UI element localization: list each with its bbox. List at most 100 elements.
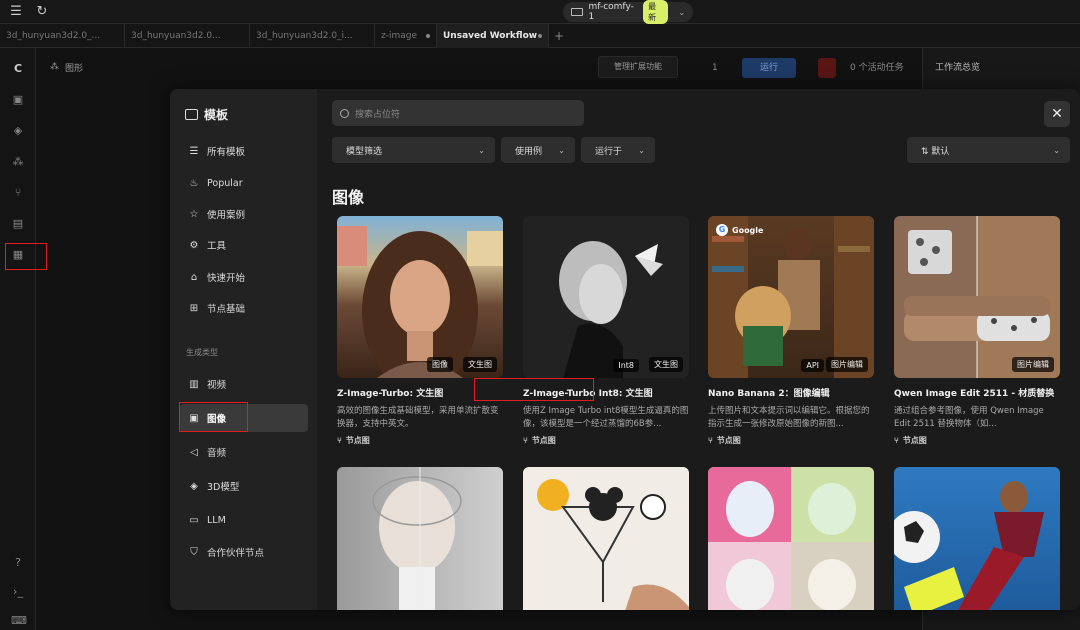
graduation-icon: ⌂ xyxy=(190,271,198,283)
sidebar-item-tools[interactable]: ⚙ 工具 xyxy=(180,231,308,259)
template-card[interactable]: G Google API 图片编辑 Nano Banana 2：图像编辑 上传图… xyxy=(708,216,874,446)
google-icon: G xyxy=(716,224,728,236)
chevron-down-icon: ⌄ xyxy=(1053,145,1060,155)
node-graph-icon: ⑂ xyxy=(523,436,528,445)
card-thumbnail: 图片编辑 xyxy=(894,216,1060,378)
node-label-text: 节点图 xyxy=(345,436,370,445)
top-bar: ☰ ↻ mf-comfy-1 最新 ⌄ xyxy=(0,0,1080,24)
search-placeholder: 搜索占位符 xyxy=(355,109,401,120)
graph-selector[interactable]: ⁂ 图形 xyxy=(44,56,114,78)
left-icon-rail: C ▣ ◈ ⁂ ⑂ ▤ ▦ ? ›_ ⌨ xyxy=(0,48,47,630)
card-description: 上传图片和文本提示词以编辑它。根据您的指示生成一张修改原始图像的新图... xyxy=(708,406,870,429)
portrait-illustration xyxy=(337,226,503,378)
tab-label: Unsaved Workflow xyxy=(443,31,538,41)
node-label-text: 节点图 xyxy=(902,436,927,445)
card-thumbnail: Int8 文生图 xyxy=(523,216,689,378)
run-button[interactable]: 运行 xyxy=(742,58,796,78)
sidebar-item-popular[interactable]: ♨ Popular xyxy=(180,169,308,197)
server-name: mf-comfy-1 xyxy=(588,2,634,22)
image-category-highlight xyxy=(179,402,248,432)
sidebar-item-partner-nodes[interactable]: ⛉ 合作伙伴节点 xyxy=(180,538,308,566)
queue-count[interactable]: 1 xyxy=(712,58,732,78)
sidebar-item-video[interactable]: ▥ 视频 xyxy=(180,370,308,398)
tab-workflow-4[interactable]: z-image xyxy=(375,24,437,48)
tab-workflow-2[interactable]: 3d_hunyuan3d2.0... xyxy=(125,24,250,48)
use-case-filter-dropdown[interactable]: 使用例 ⌄ xyxy=(501,137,575,163)
sort-dropdown[interactable]: ⇅ 默认 ⌄ xyxy=(907,137,1070,163)
sidebar-item-quick-start[interactable]: ⌂ 快速开始 xyxy=(180,263,308,291)
sidebar-item-audio[interactable]: ◁ 音频 xyxy=(180,438,308,466)
workflow-icon[interactable]: ⑂ xyxy=(11,186,25,200)
cartoon-illustration xyxy=(537,479,689,610)
template-card[interactable]: 图像 文生图 Z-Image-Turbo: 文生图 高效的图像生成基础模型，采用… xyxy=(337,216,503,446)
tab-workflow-1[interactable]: 3d_hunyuan3d2.0_... xyxy=(0,24,125,48)
graph-label: 图形 xyxy=(65,63,84,74)
template-card[interactable]: Int8 文生图 Z-Image-Turbo Int8: 文生图 使用Z Ima… xyxy=(523,216,689,446)
model-filter-dropdown[interactable]: 模型筛选 ⌄ xyxy=(332,137,495,163)
filter-label: 模型筛选 xyxy=(346,146,383,157)
close-button[interactable]: ✕ xyxy=(1044,101,1070,127)
cube-icon[interactable]: ◈ xyxy=(11,124,25,138)
list-icon: ☰ xyxy=(189,145,199,157)
template-card-thumbnail[interactable] xyxy=(708,467,874,610)
sidebar-item-label: 音频 xyxy=(207,448,227,459)
template-card-thumbnail[interactable] xyxy=(523,467,689,610)
card-title-highlight xyxy=(474,378,594,401)
card-node-label: ⑂ 节点图 xyxy=(337,435,503,446)
image-icon[interactable]: ▣ xyxy=(11,93,25,107)
unsaved-dot-icon xyxy=(538,34,542,38)
templates-icon xyxy=(185,109,198,120)
flame-icon: ♨ xyxy=(189,177,199,189)
card-tag: API xyxy=(801,359,824,372)
card-description: 高效的图像生成基础模型，采用单流扩散变换器，支持中英文。 xyxy=(337,406,499,429)
comfy-logo-icon[interactable]: C xyxy=(11,62,25,76)
shield-icon: ⛉ xyxy=(190,546,198,558)
help-icon[interactable]: ? xyxy=(11,556,25,570)
sidebar-item-use-cases[interactable]: ☆ 使用案例 xyxy=(180,200,308,228)
hamburger-menu-icon[interactable]: ☰ xyxy=(8,4,24,20)
sidebar-item-label: 所有模板 xyxy=(207,147,246,158)
sidebar-item-3d-model[interactable]: ◈ 3D模型 xyxy=(180,472,308,500)
card-tag: 图片编辑 xyxy=(826,357,868,372)
card-tag: Int8 xyxy=(613,359,639,372)
server-selector[interactable]: mf-comfy-1 最新 ⌄ xyxy=(563,0,693,24)
tab-workflow-3[interactable]: 3d_hunyuan3d2.0_i... xyxy=(250,24,375,48)
sidebar-item-llm[interactable]: ▭ LLM xyxy=(180,506,308,534)
search-input[interactable]: 搜索占位符 xyxy=(332,100,584,126)
template-card-thumbnail[interactable] xyxy=(337,467,503,610)
terminal-icon[interactable]: ›_ xyxy=(11,585,25,599)
template-card[interactable]: 图片编辑 Qwen Image Edit 2511 - 材质替换 通过组合参考图… xyxy=(894,216,1060,446)
sidebar-item-label: 使用案例 xyxy=(207,210,246,221)
nodes-icon[interactable]: ⁂ xyxy=(11,155,25,169)
panel-title: 工作流总览 xyxy=(935,63,981,73)
sort-label: ⇅ 默认 xyxy=(921,144,949,157)
templates-sidebar: 模板 ☰ 所有模板 ♨ Popular ☆ 使用案例 ⚙ 工具 ⌂ 快速开始 ⊞… xyxy=(170,89,317,610)
keyboard-icon[interactable]: ⌨ xyxy=(11,614,27,628)
sidebar-item-label: 3D模型 xyxy=(207,482,240,493)
tab-workflow-active[interactable]: Unsaved Workflow xyxy=(437,24,549,48)
card-node-label: ⑂ 节点图 xyxy=(894,435,1060,446)
card-title: Qwen Image Edit 2511 - 材质替换 xyxy=(894,389,1055,399)
layout-icon[interactable]: ▤ xyxy=(11,217,25,231)
chat-icon: ▭ xyxy=(189,514,199,526)
chevron-down-icon: ⌄ xyxy=(558,145,565,155)
run-on-filter-dropdown[interactable]: 运行于 ⌄ xyxy=(581,137,655,163)
reload-icon[interactable]: ↻ xyxy=(34,4,50,20)
chevron-down-icon: ⌄ xyxy=(638,145,645,155)
add-tab-button[interactable]: + xyxy=(549,24,569,48)
manage-extensions-button[interactable]: 管理扩展功能 xyxy=(598,56,678,78)
sidebar-item-all-templates[interactable]: ☰ 所有模板 xyxy=(180,137,308,165)
templates-main: 搜索占位符 ✕ 模型筛选 ⌄ 使用例 ⌄ 运行于 ⌄ ⇅ 默认 ⌄ 图像 图像 … xyxy=(317,89,1080,610)
sidebar-item-label: Popular xyxy=(207,177,243,189)
unsaved-dot-icon xyxy=(426,34,430,38)
stop-button[interactable] xyxy=(818,58,836,78)
portrait-illustration xyxy=(372,467,462,610)
template-card-thumbnail[interactable] xyxy=(894,467,1060,610)
sidebar-item-node-basics[interactable]: ⊞ 节点基础 xyxy=(180,294,308,322)
chevron-down-icon: ⌄ xyxy=(478,145,485,155)
soccer-illustration xyxy=(894,481,1044,610)
card-node-label: ⑂ 节点图 xyxy=(523,435,689,446)
film-icon: ▥ xyxy=(189,378,199,390)
card-description: 使用Z Image Turbo int8模型生成逼真的图像，该模型是一个经过蒸馏… xyxy=(523,406,689,429)
node-label-text: 节点图 xyxy=(716,436,741,445)
